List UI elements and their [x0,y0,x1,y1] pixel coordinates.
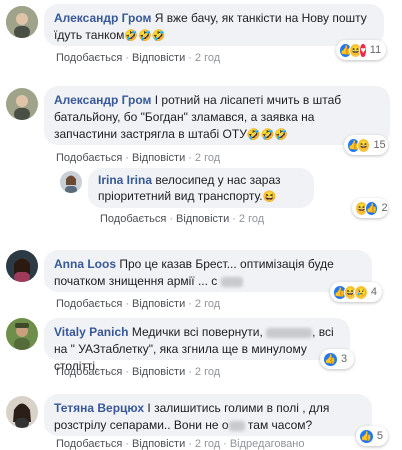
reaction-count: 5 [376,430,383,442]
comment-author[interactable]: Anna Loos [54,257,116,271]
blurred-text [220,276,243,287]
like-link[interactable]: Подобається [100,213,166,225]
emoji: 😆 [262,191,277,203]
comment-time[interactable]: 2 год [195,52,220,64]
comment-bubble: Александр Гром І ротний на лісапеті мчит… [44,86,390,145]
sad-reaction-icon: 😢 [354,284,368,300]
avatar[interactable] [60,171,82,193]
like-link[interactable]: Подобається [56,298,122,310]
reply-link[interactable]: Відповісти [132,366,185,378]
emoji: 🤣🤣🤣 [124,30,166,42]
comment-text: там часом? [247,418,313,432]
like-link[interactable]: Подобається [56,152,122,164]
reaction-count: 3 [341,353,348,365]
reactions-badge[interactable]: 👍 3 [320,349,354,369]
like-link[interactable]: Подобається [56,366,122,378]
comment-bubble: Тетяна Верцюх І залишитись голими в полі… [44,394,372,436]
reply-link[interactable]: Відповісти [176,213,229,225]
comment-author[interactable]: Александр Гром [54,11,151,25]
comment-time[interactable]: 2 год [195,298,220,310]
comment-bubble: Александр Гром Я вже бачу, як танкісти н… [44,4,384,46]
like-reaction-icon: 👍 [323,351,338,367]
comment-actions: Подобається · Відповісти · 2 год [56,52,221,64]
like-link[interactable]: Подобається [56,52,122,64]
love-reaction-icon: ♥ [359,42,367,58]
comment-actions: Подобається · Відповісти · 2 год [56,366,221,378]
like-reaction-icon: 👍 [365,200,379,216]
reaction-count: 11 [369,44,382,56]
like-link[interactable]: Подобається [56,438,122,450]
reactions-badge[interactable]: 👍 5 [356,426,388,446]
comment-author[interactable]: Irina Irina [98,173,152,187]
haha-reaction-icon: 😆 [357,137,371,153]
avatar[interactable] [6,88,38,120]
comment-actions: Подобається · Відповісти · 2 год [56,298,221,310]
reactions-badge[interactable]: 👍 😆 ♥ 11 [336,40,386,60]
comment-actions: Подобається · Відповісти · 2 год · Відредагова… [56,438,305,450]
reactions-badge[interactable]: 👍 😆 😢 4 [330,282,382,302]
reply-link[interactable]: Відповісти [132,298,185,310]
blurred-text [228,420,245,431]
reaction-count: 15 [373,139,386,151]
reactions-badge[interactable]: 👍 😆 15 [344,135,388,155]
comment-bubble: Vitaly Panich Медички всі повернути, , в… [44,318,350,373]
comment-text: Медички всі повернути, [131,325,263,339]
emoji: 🤣🤣🤣 [246,129,288,141]
reaction-count: 4 [370,286,377,298]
comment-time[interactable]: 2 год [195,152,220,164]
comment-author[interactable]: Vitaly Panich [54,325,128,339]
edited-label[interactable]: Відредаговано [230,438,305,450]
comment-time[interactable]: 2 год [195,366,220,378]
comment-time[interactable]: 2 год [195,438,220,450]
reply-link[interactable]: Відповісти [132,152,185,164]
like-reaction-icon: 👍 [359,428,374,444]
comment-author[interactable]: Александр Гром [54,93,151,107]
avatar[interactable] [6,6,38,38]
reply-link[interactable]: Відповісти [132,438,185,450]
avatar[interactable] [6,250,38,282]
reaction-count: 2 [381,202,388,214]
comment-bubble: Anna Loos Про це казав Брест... оптиміза… [44,250,372,292]
comment-author[interactable]: Тетяна Верцюх [54,401,144,415]
blurred-text [266,327,313,338]
reply-link[interactable]: Відповісти [132,52,185,64]
comment-time[interactable]: 2 год [239,213,264,225]
avatar[interactable] [6,396,38,428]
reactions-badge[interactable]: 😆 👍 2 [352,198,388,218]
avatar[interactable] [6,318,38,350]
comment-actions: Подобається · Відповісти · 2 год [100,213,265,225]
comment-bubble: Irina Irina велосипед у нас зараз пріори… [88,168,314,208]
comment-actions: Подобається · Відповісти · 2 год [56,152,221,164]
